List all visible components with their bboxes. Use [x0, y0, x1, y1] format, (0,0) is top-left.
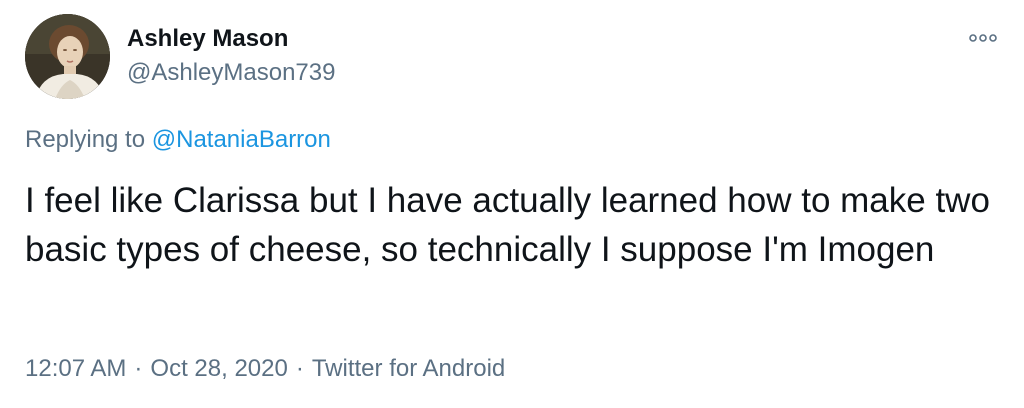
author-name[interactable]: Ashley Mason: [127, 24, 288, 54]
tweet-time[interactable]: 12:07 AM: [25, 355, 126, 382]
meta-separator: ·: [134, 355, 143, 382]
replying-to: Replying to @NataniaBarron: [25, 125, 331, 155]
author-handle[interactable]: @AshleyMason739: [127, 58, 335, 88]
replying-to-label: Replying to: [25, 126, 146, 153]
more-options-icon: [969, 34, 997, 42]
avatar[interactable]: [25, 14, 110, 99]
tweet-card: Ashley Mason @AshleyMason739 Replying to…: [0, 0, 1024, 408]
tweet-source[interactable]: Twitter for Android: [312, 355, 505, 382]
meta-separator: ·: [295, 355, 304, 382]
more-options-button[interactable]: [966, 28, 1000, 48]
tweet-meta: 12:07 AM · Oct 28, 2020 · Twitter for Androi…: [25, 354, 505, 384]
portrait-avatar-icon: [25, 14, 110, 99]
reply-mention-link[interactable]: @NataniaBarron: [152, 126, 331, 153]
tweet-text: I feel like Clarissa but I have actually…: [25, 181, 990, 269]
tweet-date[interactable]: Oct 28, 2020: [150, 355, 287, 382]
